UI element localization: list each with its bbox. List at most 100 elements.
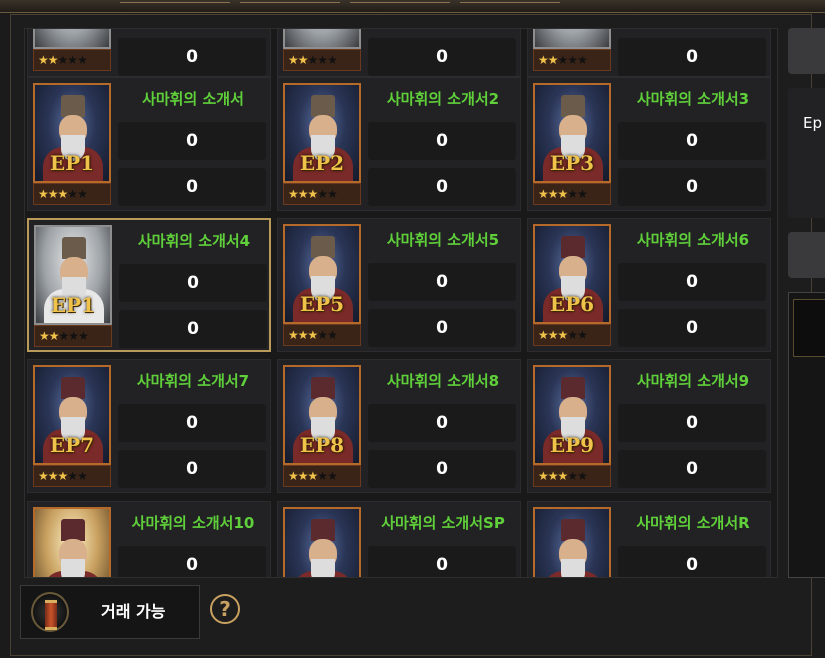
- top-border: [0, 0, 825, 13]
- count-value: 0: [118, 546, 266, 577]
- count-value: 0: [368, 404, 516, 442]
- portrait-image: [33, 507, 111, 577]
- portrait-image: EP3: [533, 83, 611, 183]
- top-tab-edge: [350, 2, 450, 9]
- portrait-image: EP1: [34, 225, 112, 325]
- item-card[interactable]: ★★★★★ 0: [27, 29, 271, 77]
- help-icon[interactable]: ?: [210, 594, 240, 624]
- item-card[interactable]: EP5 ★★★★★ 사마휘의 소개서5 0 0: [277, 218, 521, 352]
- episode-badge: R: [535, 28, 609, 29]
- item-title: 사마휘의 소개서8: [386, 372, 500, 390]
- item-card[interactable]: EP1 ★★★★★ 사마휘의 소개서4 0 0: [27, 218, 271, 352]
- count-value: 0: [118, 38, 266, 76]
- star-rating: ★★★★★: [33, 49, 111, 71]
- episode-badge: EP2: [299, 151, 345, 175]
- star-rating: ★★★★★: [33, 183, 111, 205]
- item-title: 사마휘의 소개서10: [131, 514, 255, 532]
- portrait-image: [283, 507, 361, 577]
- portrait-image: EP9: [533, 365, 611, 465]
- side-info-text: Ep: [803, 114, 822, 132]
- item-card[interactable]: EP8 ★★★★★ 사마휘의 소개서8 0 0: [277, 359, 521, 493]
- side-dark-panel: [788, 292, 825, 578]
- count-value: 0: [118, 122, 266, 160]
- count-value: 0: [119, 264, 267, 302]
- star-rating: ★★★★★: [533, 465, 611, 487]
- item-title: 사마휘의 소개서R: [636, 514, 750, 532]
- side-info-panel: Ep: [788, 88, 825, 218]
- item-title: 사마휘의 소개서SP: [381, 514, 505, 532]
- star-rating: ★★★★★: [283, 465, 361, 487]
- count-value: 0: [618, 450, 766, 488]
- count-value: 0: [118, 450, 266, 488]
- count-value: 0: [368, 168, 516, 206]
- portrait-image: [533, 507, 611, 577]
- count-value: 0: [618, 263, 766, 301]
- episode-badge: SP: [285, 28, 359, 29]
- star-rating: ★★★★★: [533, 49, 611, 71]
- portrait-image: [33, 29, 111, 49]
- count-value: 0: [618, 168, 766, 206]
- count-value: 0: [368, 122, 516, 160]
- side-slot[interactable]: [793, 299, 825, 357]
- episode-badge: EP7: [49, 433, 95, 457]
- count-value: 0: [368, 309, 516, 347]
- episode-badge: EP5: [299, 292, 345, 316]
- portrait-image: EP2: [283, 83, 361, 183]
- item-title: 사마휘의 소개서2: [386, 90, 500, 108]
- count-value: 0: [618, 38, 766, 76]
- portrait-image: EP5: [283, 224, 361, 324]
- item-title: 사마휘의 소개서4: [137, 232, 251, 250]
- episode-badge: EP8: [299, 433, 345, 457]
- count-value: 0: [119, 310, 267, 348]
- item-card[interactable]: EP7 ★★★★★ 사마휘의 소개서7 0 0: [27, 359, 271, 493]
- item-title: 사마휘의 소개서3: [636, 90, 750, 108]
- count-value: 0: [368, 546, 516, 577]
- side-tab-button[interactable]: [788, 28, 825, 74]
- star-rating: ★★★★★: [283, 183, 361, 205]
- top-tab-edge: [460, 2, 560, 9]
- episode-badge: EP1: [50, 293, 96, 317]
- count-value: 0: [618, 122, 766, 160]
- scroll-icon: [31, 592, 69, 632]
- item-card[interactable]: EP3 ★★★★★ 사마휘의 소개서3 0 0: [527, 77, 771, 211]
- item-title: 사마휘의 소개서5: [386, 231, 500, 249]
- portrait-image: SP: [283, 28, 361, 49]
- side-action-button[interactable]: [788, 232, 825, 278]
- item-card[interactable]: 사마휘의 소개서SP 0: [277, 501, 521, 577]
- episode-badge: EP6: [549, 292, 595, 316]
- item-card[interactable]: EP2 ★★★★★ 사마휘의 소개서2 0 0: [277, 77, 521, 211]
- item-card[interactable]: EP1 ★★★★★ 사마휘의 소개서 0 0: [27, 77, 271, 211]
- episode-badge: EP9: [549, 433, 595, 457]
- count-value: 0: [368, 38, 516, 76]
- item-card[interactable]: 사마휘의 소개서10 0: [27, 501, 271, 577]
- count-value: 0: [618, 404, 766, 442]
- item-title: 사마휘의 소개서7: [136, 372, 250, 390]
- star-rating: ★★★★★: [533, 324, 611, 346]
- item-title: 사마휘의 소개서9: [636, 372, 750, 390]
- item-card[interactable]: 사마휘의 소개서R 0: [527, 501, 771, 577]
- portrait-image: EP1: [33, 83, 111, 183]
- star-rating: ★★★★★: [34, 325, 112, 347]
- item-card[interactable]: R ★★★★★ 0: [527, 28, 771, 77]
- item-title: 사마휘의 소개서: [142, 90, 244, 108]
- count-value: 0: [618, 309, 766, 347]
- item-grid[interactable]: ★★★★★0SP★★★★★0R★★★★★0EP1★★★★★사마휘의 소개서00E…: [24, 28, 778, 578]
- item-card[interactable]: EP6 ★★★★★ 사마휘의 소개서6 0 0: [527, 218, 771, 352]
- trade-available-badge[interactable]: 거래 가능: [20, 585, 200, 639]
- episode-badge: EP1: [49, 151, 95, 175]
- portrait-image: EP7: [33, 365, 111, 465]
- portrait-image: EP6: [533, 224, 611, 324]
- count-value: 0: [118, 404, 266, 442]
- item-card[interactable]: SP ★★★★★ 0: [277, 28, 521, 77]
- top-tab-edge: [240, 2, 340, 9]
- star-rating: ★★★★★: [283, 49, 361, 71]
- star-rating: ★★★★★: [533, 183, 611, 205]
- count-value: 0: [618, 546, 766, 577]
- portrait-image: R: [533, 28, 611, 49]
- count-value: 0: [368, 450, 516, 488]
- item-title: 사마휘의 소개서6: [636, 231, 750, 249]
- trade-available-label: 거래 가능: [101, 602, 166, 621]
- item-card[interactable]: EP9 ★★★★★ 사마휘의 소개서9 0 0: [527, 359, 771, 493]
- episode-badge: EP3: [549, 151, 595, 175]
- top-tab-edge: [120, 2, 230, 9]
